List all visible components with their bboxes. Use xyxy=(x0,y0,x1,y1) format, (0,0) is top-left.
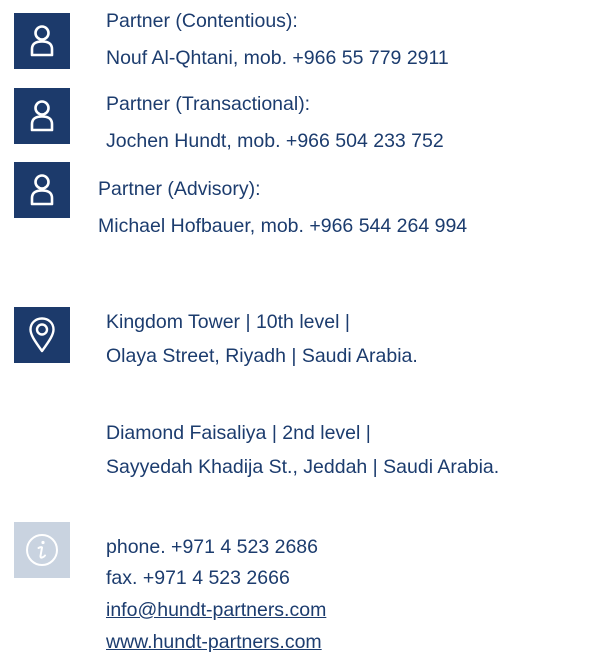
riyadh-address-line-1: Kingdom Tower | 10th level | xyxy=(106,311,350,333)
riyadh-address-line-2: Olaya Street, Riyadh | Saudi Arabia. xyxy=(106,345,418,367)
phone-number: phone. +971 4 523 2686 xyxy=(106,536,318,558)
contact-2-icon-box xyxy=(14,88,70,144)
info-icon xyxy=(26,534,58,566)
jeddah-address-line-2: Sayyedah Khadija St., Jeddah | Saudi Ara… xyxy=(106,456,500,478)
person-icon xyxy=(30,174,54,206)
contact-1-role: Partner (Contentious): xyxy=(106,10,298,32)
jeddah-address-line-1: Diamond Faisaliya | 2nd level | xyxy=(106,422,371,444)
contact-3-icon-box xyxy=(14,162,70,218)
contact-1-icon-box xyxy=(14,13,70,69)
person-icon xyxy=(30,100,54,132)
contact-2-detail: Jochen Hundt, mob. +966 504 233 752 xyxy=(106,130,444,152)
info-icon-box xyxy=(14,522,70,578)
fax-number: fax. +971 4 523 2666 xyxy=(106,567,290,589)
website-link[interactable]: www.hundt-partners.com xyxy=(106,628,322,656)
person-icon xyxy=(30,25,54,57)
contact-2-role: Partner (Transactional): xyxy=(106,93,311,115)
address-icon-box xyxy=(14,307,70,363)
contact-1-detail: Nouf Al-Qhtani, mob. +966 55 779 2911 xyxy=(106,47,449,69)
location-pin-icon xyxy=(29,317,55,353)
contact-3-detail: Michael Hofbauer, mob. +966 544 264 994 xyxy=(98,215,468,237)
email-link[interactable]: info@hundt-partners.com xyxy=(106,596,326,624)
contact-3-role: Partner (Advisory): xyxy=(98,178,261,200)
